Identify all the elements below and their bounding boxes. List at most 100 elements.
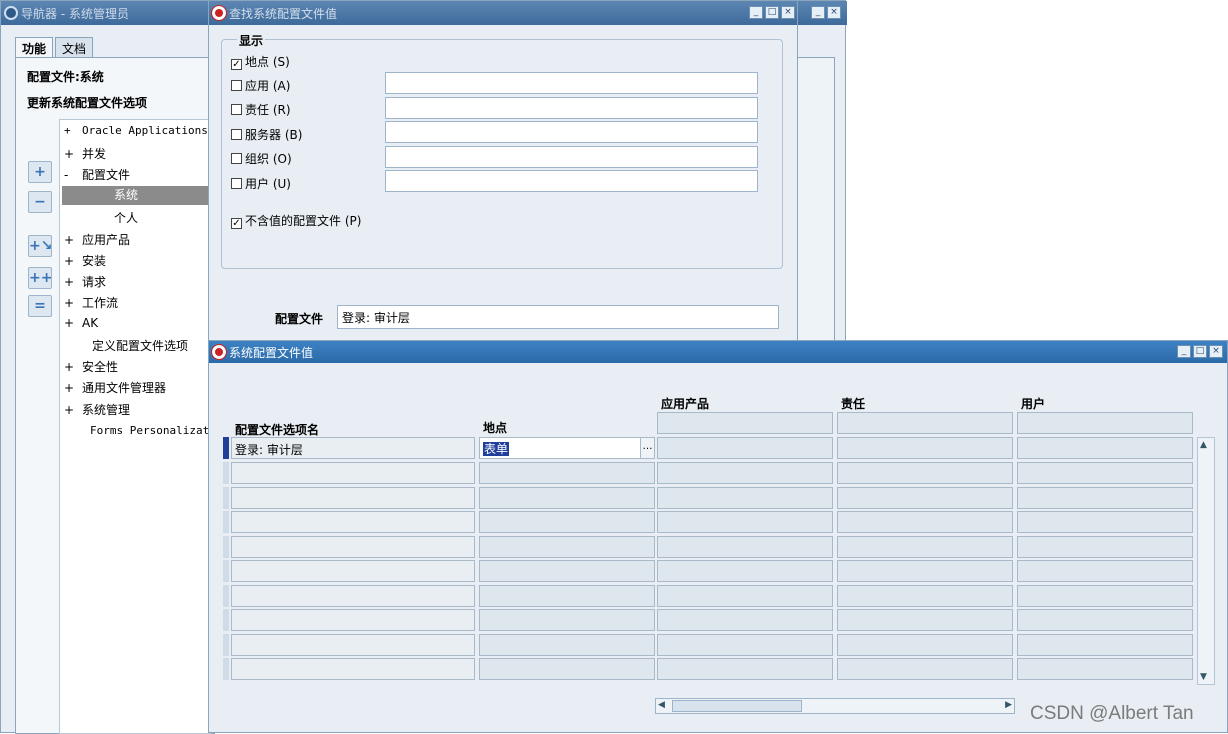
tree-node[interactable]: + 安全性 xyxy=(64,358,118,375)
empty-cell[interactable] xyxy=(837,609,1013,631)
empty-cell[interactable] xyxy=(657,462,833,484)
empty-cell[interactable] xyxy=(1017,462,1193,484)
user-field[interactable] xyxy=(385,170,758,192)
option-name-cell[interactable]: 登录: 审计层 xyxy=(231,437,475,459)
tree-node[interactable]: - 配置文件 xyxy=(64,166,130,183)
checkbox-box[interactable] xyxy=(231,80,242,91)
server-field[interactable] xyxy=(385,121,758,143)
empty-cell[interactable] xyxy=(837,462,1013,484)
user-cell[interactable] xyxy=(1017,437,1193,459)
close-icon[interactable]: × xyxy=(781,6,795,19)
checkbox-box[interactable] xyxy=(231,129,242,140)
empty-cell[interactable] xyxy=(657,633,833,656)
empty-cell[interactable] xyxy=(837,511,1013,533)
expand-all-icon[interactable]: ++ xyxy=(28,267,52,289)
organization-field[interactable] xyxy=(385,146,758,168)
maximize-icon[interactable]: □ xyxy=(765,6,779,19)
empty-cell[interactable] xyxy=(657,609,833,631)
empty-cell[interactable] xyxy=(231,535,475,558)
vertical-scrollbar[interactable]: ▲ ▼ xyxy=(1197,437,1215,685)
close-icon[interactable]: × xyxy=(1209,345,1223,358)
site-checkbox[interactable]: ✓ 地点 (S) xyxy=(231,53,290,70)
empty-cell[interactable] xyxy=(837,486,1013,509)
tree-node[interactable]: + 通用文件管理器 xyxy=(64,379,166,396)
empty-cell[interactable] xyxy=(657,658,833,680)
empty-cell[interactable] xyxy=(479,486,655,509)
empty-cell[interactable] xyxy=(231,633,475,656)
find-dialog-title-bar[interactable]: 查找系统配置文件值 _ □ × xyxy=(209,1,797,25)
empty-cell[interactable] xyxy=(1017,535,1193,558)
empty-cell[interactable] xyxy=(1017,486,1193,509)
collapse-icon[interactable]: − xyxy=(28,191,52,213)
empty-cell[interactable] xyxy=(837,535,1013,558)
empty-cell[interactable] xyxy=(657,511,833,533)
empty-cell[interactable] xyxy=(479,609,655,631)
empty-cell[interactable] xyxy=(837,584,1013,607)
empty-cell[interactable] xyxy=(837,658,1013,680)
empty-cell[interactable] xyxy=(231,462,475,484)
empty-cell[interactable] xyxy=(1017,633,1193,656)
empty-cell[interactable] xyxy=(657,560,833,582)
scroll-down-icon[interactable]: ▼ xyxy=(1200,672,1207,682)
responsibility-checkbox[interactable]: 责任 (R) xyxy=(231,101,291,118)
config-file-input[interactable]: 登录: 审计层 xyxy=(337,305,779,329)
minimize-icon[interactable]: _ xyxy=(749,6,763,19)
empty-cell[interactable] xyxy=(479,560,655,582)
tree-node[interactable]: + Oracle Applications xyxy=(64,124,208,137)
tree-node[interactable]: Forms Personalization xyxy=(90,424,210,437)
server-checkbox[interactable]: 服务器 (B) xyxy=(231,126,302,143)
expand-branch-icon[interactable]: +↘ xyxy=(28,235,52,257)
tree-node-selected[interactable]: 系统 xyxy=(62,186,210,205)
empty-cell[interactable] xyxy=(657,486,833,509)
empty-cell[interactable] xyxy=(1017,560,1193,582)
empty-cell[interactable] xyxy=(231,609,475,631)
empty-cell[interactable] xyxy=(479,584,655,607)
tree-node[interactable]: + AK xyxy=(64,316,98,330)
scroll-right-icon[interactable]: ▶ xyxy=(1005,700,1012,710)
empty-cell[interactable] xyxy=(479,462,655,484)
tree-node[interactable]: + 请求 xyxy=(64,273,106,290)
scroll-left-icon[interactable]: ◀ xyxy=(658,700,665,710)
tree-node[interactable]: + 并发 xyxy=(64,145,106,162)
user-checkbox[interactable]: 用户 (U) xyxy=(231,175,291,192)
minimize-icon[interactable]: _ xyxy=(811,6,825,19)
expand-icon[interactable]: + xyxy=(28,161,52,183)
tree-node[interactable]: + 应用产品 xyxy=(64,231,130,248)
empty-cell[interactable] xyxy=(479,535,655,558)
empty-cell[interactable] xyxy=(479,633,655,656)
no-value-checkbox[interactable]: ✓ 不含值的配置文件 (P) xyxy=(231,212,361,229)
empty-cell[interactable] xyxy=(479,658,655,680)
tree-node[interactable]: + 安装 xyxy=(64,252,106,269)
checked-icon[interactable]: ✓ xyxy=(231,218,242,229)
empty-cell[interactable] xyxy=(1017,609,1193,631)
application-checkbox[interactable]: 应用 (A) xyxy=(231,77,290,94)
values-window-title-bar[interactable]: 系统配置文件值 _ □ × xyxy=(209,341,1227,363)
checkbox-box[interactable] xyxy=(231,104,242,115)
empty-cell[interactable] xyxy=(657,535,833,558)
responsibility-cell[interactable] xyxy=(837,437,1013,459)
application-selector[interactable] xyxy=(657,412,833,434)
empty-cell[interactable] xyxy=(231,486,475,509)
minimize-icon[interactable]: _ xyxy=(1177,345,1191,358)
responsibility-selector[interactable] xyxy=(837,412,1013,434)
horizontal-scrollbar[interactable]: ◀ ▶ xyxy=(655,698,1015,714)
application-field[interactable] xyxy=(385,72,758,94)
empty-cell[interactable] xyxy=(657,584,833,607)
responsibility-field[interactable] xyxy=(385,97,758,119)
application-cell[interactable] xyxy=(657,437,833,459)
user-selector[interactable] xyxy=(1017,412,1193,434)
empty-cell[interactable] xyxy=(231,658,475,680)
tree-node[interactable]: + 工作流 xyxy=(64,294,118,311)
scroll-up-icon[interactable]: ▲ xyxy=(1200,440,1207,450)
organization-checkbox[interactable]: 组织 (O) xyxy=(231,150,292,167)
site-value[interactable]: 表单 xyxy=(483,442,510,456)
empty-cell[interactable] xyxy=(837,633,1013,656)
site-value-cell[interactable]: 表单 … xyxy=(479,437,655,459)
empty-cell[interactable] xyxy=(1017,658,1193,680)
maximize-icon[interactable]: □ xyxy=(1193,345,1207,358)
empty-cell[interactable] xyxy=(231,511,475,533)
tree-node[interactable]: 个人 xyxy=(114,209,138,226)
empty-cell[interactable] xyxy=(1017,511,1193,533)
empty-cell[interactable] xyxy=(1017,584,1193,607)
lov-ellipsis-icon[interactable]: … xyxy=(640,438,654,458)
